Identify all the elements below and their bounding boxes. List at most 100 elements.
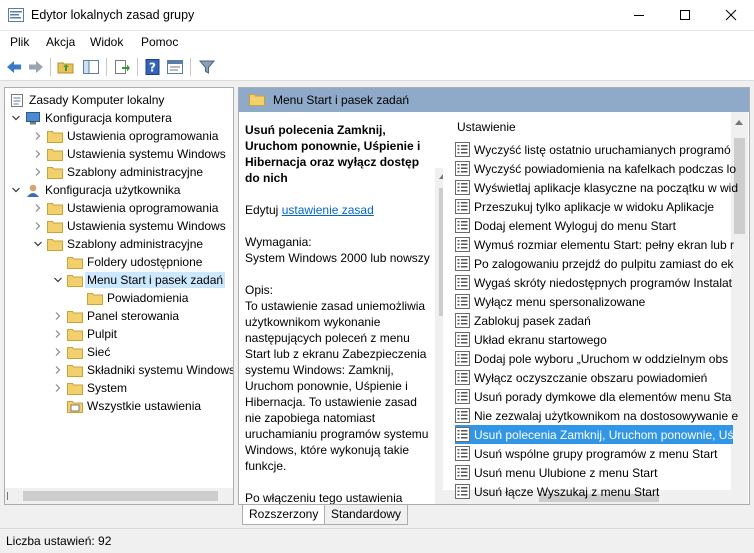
tree-item[interactable]: Ustawienia oprogramowania: [47, 127, 218, 145]
policy-setting-icon: [455, 294, 470, 309]
folder-icon: [47, 148, 63, 161]
description-text: To ustawienie zasad uniemożliwia użytkow…: [245, 299, 429, 473]
setting-row[interactable]: Nie zezwalaj użytkownikom na dostosowywa…: [455, 406, 738, 425]
tree-item[interactable]: Panel sterowania: [67, 307, 179, 325]
up-folder-icon[interactable]: [57, 58, 75, 76]
setting-row[interactable]: Wymuś rozmiar elementu Start: pełny ekra…: [455, 235, 734, 254]
policy-setting-icon: [455, 370, 470, 385]
tree-item[interactable]: Ustawienia oprogramowania: [47, 199, 218, 217]
tree-item[interactable]: Ustawienia systemu Windows: [47, 145, 226, 163]
setting-row[interactable]: Dodaj pole wyboru „Uruchom w oddzielnym …: [455, 349, 733, 368]
menu-bar: Plik Akcja Widok Pomoc: [0, 31, 754, 53]
tree-item[interactable]: Wszystkie ustawienia: [67, 397, 201, 415]
tab-extended[interactable]: Rozszerzony: [242, 505, 326, 525]
folder-icon: [47, 220, 63, 233]
setting-row[interactable]: Wyłącz oczyszczanie obszaru powiadomień: [455, 368, 733, 387]
setting-name: Wyczyść powiadomienia na kafelkach podcz…: [474, 161, 737, 176]
toolbar-separator: [137, 58, 138, 76]
tree-item[interactable]: Szablony administracyjne: [47, 235, 203, 253]
chevron-down-icon[interactable]: [53, 275, 63, 285]
tree-item[interactable]: Menu Start i pasek zadań: [67, 271, 226, 289]
computer-icon: [26, 111, 40, 124]
setting-row[interactable]: Usuń łącze Wyszukaj z menu Start: [455, 482, 733, 501]
policy-editor-icon: [8, 8, 24, 22]
menu-plik[interactable]: Plik: [10, 35, 29, 49]
chevron-right-icon[interactable]: [53, 365, 63, 375]
menu-pomoc[interactable]: Pomoc: [141, 35, 178, 49]
menu-akcja[interactable]: Akcja: [46, 35, 75, 49]
chevron-down-icon[interactable]: [11, 185, 21, 195]
scroll-up-arrow-icon[interactable]: [735, 120, 743, 125]
tree-item[interactable]: Foldery udostępnione: [67, 253, 202, 271]
setting-row[interactable]: Po zalogowaniu przejdź do pulpitu zamias…: [455, 254, 734, 273]
setting-row[interactable]: Wyłącz menu spersonalizowane: [455, 292, 733, 311]
folder-icon: [87, 292, 103, 305]
setting-name: Wyłącz oczyszczanie obszaru powiadomień: [474, 370, 708, 385]
description-label: Opis:: [245, 283, 274, 297]
policy-setting-icon: [455, 256, 470, 271]
tree-item[interactable]: System: [67, 379, 127, 397]
close-button[interactable]: [708, 0, 754, 30]
setting-row[interactable]: Usuń porady dymkowe dla elementów menu S…: [455, 387, 733, 406]
maximize-button[interactable]: [662, 0, 708, 30]
chevron-right-icon[interactable]: [53, 311, 63, 321]
forward-arrow-icon[interactable]: [27, 58, 45, 76]
tree-item[interactable]: Ustawienia systemu Windows: [47, 217, 226, 235]
setting-row[interactable]: Dodaj element Wyloguj do menu Start: [455, 216, 733, 235]
chevron-right-icon[interactable]: [53, 347, 63, 357]
back-arrow-icon[interactable]: [5, 58, 23, 76]
tree-item[interactable]: Konfiguracja użytkownika: [25, 181, 180, 199]
column-header-setting[interactable]: Ustawienie: [457, 120, 516, 134]
chevron-right-icon[interactable]: [33, 221, 43, 231]
setting-row[interactable]: Wyświetlaj aplikacje klasyczne na począt…: [455, 178, 738, 197]
filter-icon[interactable]: [198, 58, 216, 76]
setting-row[interactable]: Wygaś skróty niedostępnych programów Ins…: [455, 273, 733, 292]
setting-row[interactable]: Wyczyść listę ostatnio uruchamianych pro…: [455, 140, 733, 159]
tree-item[interactable]: Zasady Komputer lokalny: [9, 91, 164, 109]
tree-horizontal-scrollbar[interactable]: [5, 488, 233, 504]
tree-scroll-thumb[interactable]: [23, 491, 218, 501]
setting-row[interactable]: Zablokuj pasek zadań: [455, 311, 733, 330]
edit-policy-link[interactable]: ustawienie zasad: [282, 203, 374, 217]
properties-icon[interactable]: [166, 58, 184, 76]
edit-prefix: Edytuj: [245, 203, 279, 217]
help-icon[interactable]: ?: [144, 58, 162, 76]
tree-item[interactable]: Powiadomienia: [87, 289, 188, 307]
setting-row[interactable]: Usuń wspólne grupy programów z menu Star…: [455, 444, 733, 463]
tree-item-label: Menu Start i pasek zadań: [85, 272, 226, 288]
chevron-right-icon[interactable]: [53, 329, 63, 339]
tree-item-label: Szablony administracyjne: [67, 165, 204, 179]
policy-setting-icon: [455, 275, 470, 290]
setting-name: Dodaj element Wyloguj do menu Start: [474, 218, 676, 233]
tab-standard[interactable]: Standardowy: [324, 505, 409, 525]
setting-row[interactable]: Wyczyść powiadomienia na kafelkach podcz…: [455, 159, 737, 178]
folder-icon: [47, 238, 63, 251]
chevron-right-icon[interactable]: [33, 149, 43, 159]
minimize-button[interactable]: [616, 0, 662, 30]
chevron-right-icon[interactable]: [33, 131, 43, 141]
chevron-down-icon[interactable]: [33, 239, 43, 249]
tree-item[interactable]: Składniki systemu Windows: [67, 361, 234, 379]
tree-item-label: Szablony administracyjne: [67, 237, 204, 251]
console-tree-icon[interactable]: [82, 58, 100, 76]
policy-setting-icon: [455, 389, 470, 404]
tree-item-label: Pulpit: [87, 327, 118, 341]
folder-icon: [67, 328, 83, 341]
menu-widok[interactable]: Widok: [90, 35, 123, 49]
setting-row[interactable]: Układ ekranu startowego: [455, 330, 733, 349]
setting-row[interactable]: Przeszukuj tylko aplikacje w widoku Apli…: [455, 197, 733, 216]
category-title: Menu Start i pasek zadań: [273, 93, 410, 107]
tree-item[interactable]: Sieć: [67, 343, 110, 361]
tree-item[interactable]: Pulpit: [67, 325, 117, 343]
setting-row[interactable]: Usuń polecenia Zamknij, Uruchom ponownie…: [455, 425, 733, 444]
chevron-right-icon[interactable]: [53, 383, 63, 393]
chevron-down-icon[interactable]: [11, 113, 21, 123]
tree-item-label: Składniki systemu Windows: [87, 363, 234, 377]
setting-row[interactable]: Usuń menu Ulubione z menu Start: [455, 463, 733, 482]
export-list-icon[interactable]: [113, 58, 131, 76]
chevron-right-icon[interactable]: [33, 167, 43, 177]
scroll-left-arrow-icon[interactable]: [7, 492, 13, 500]
chevron-right-icon[interactable]: [33, 203, 43, 213]
tree-item[interactable]: Szablony administracyjne: [47, 163, 203, 181]
tree-item[interactable]: Konfiguracja komputera: [25, 109, 172, 127]
